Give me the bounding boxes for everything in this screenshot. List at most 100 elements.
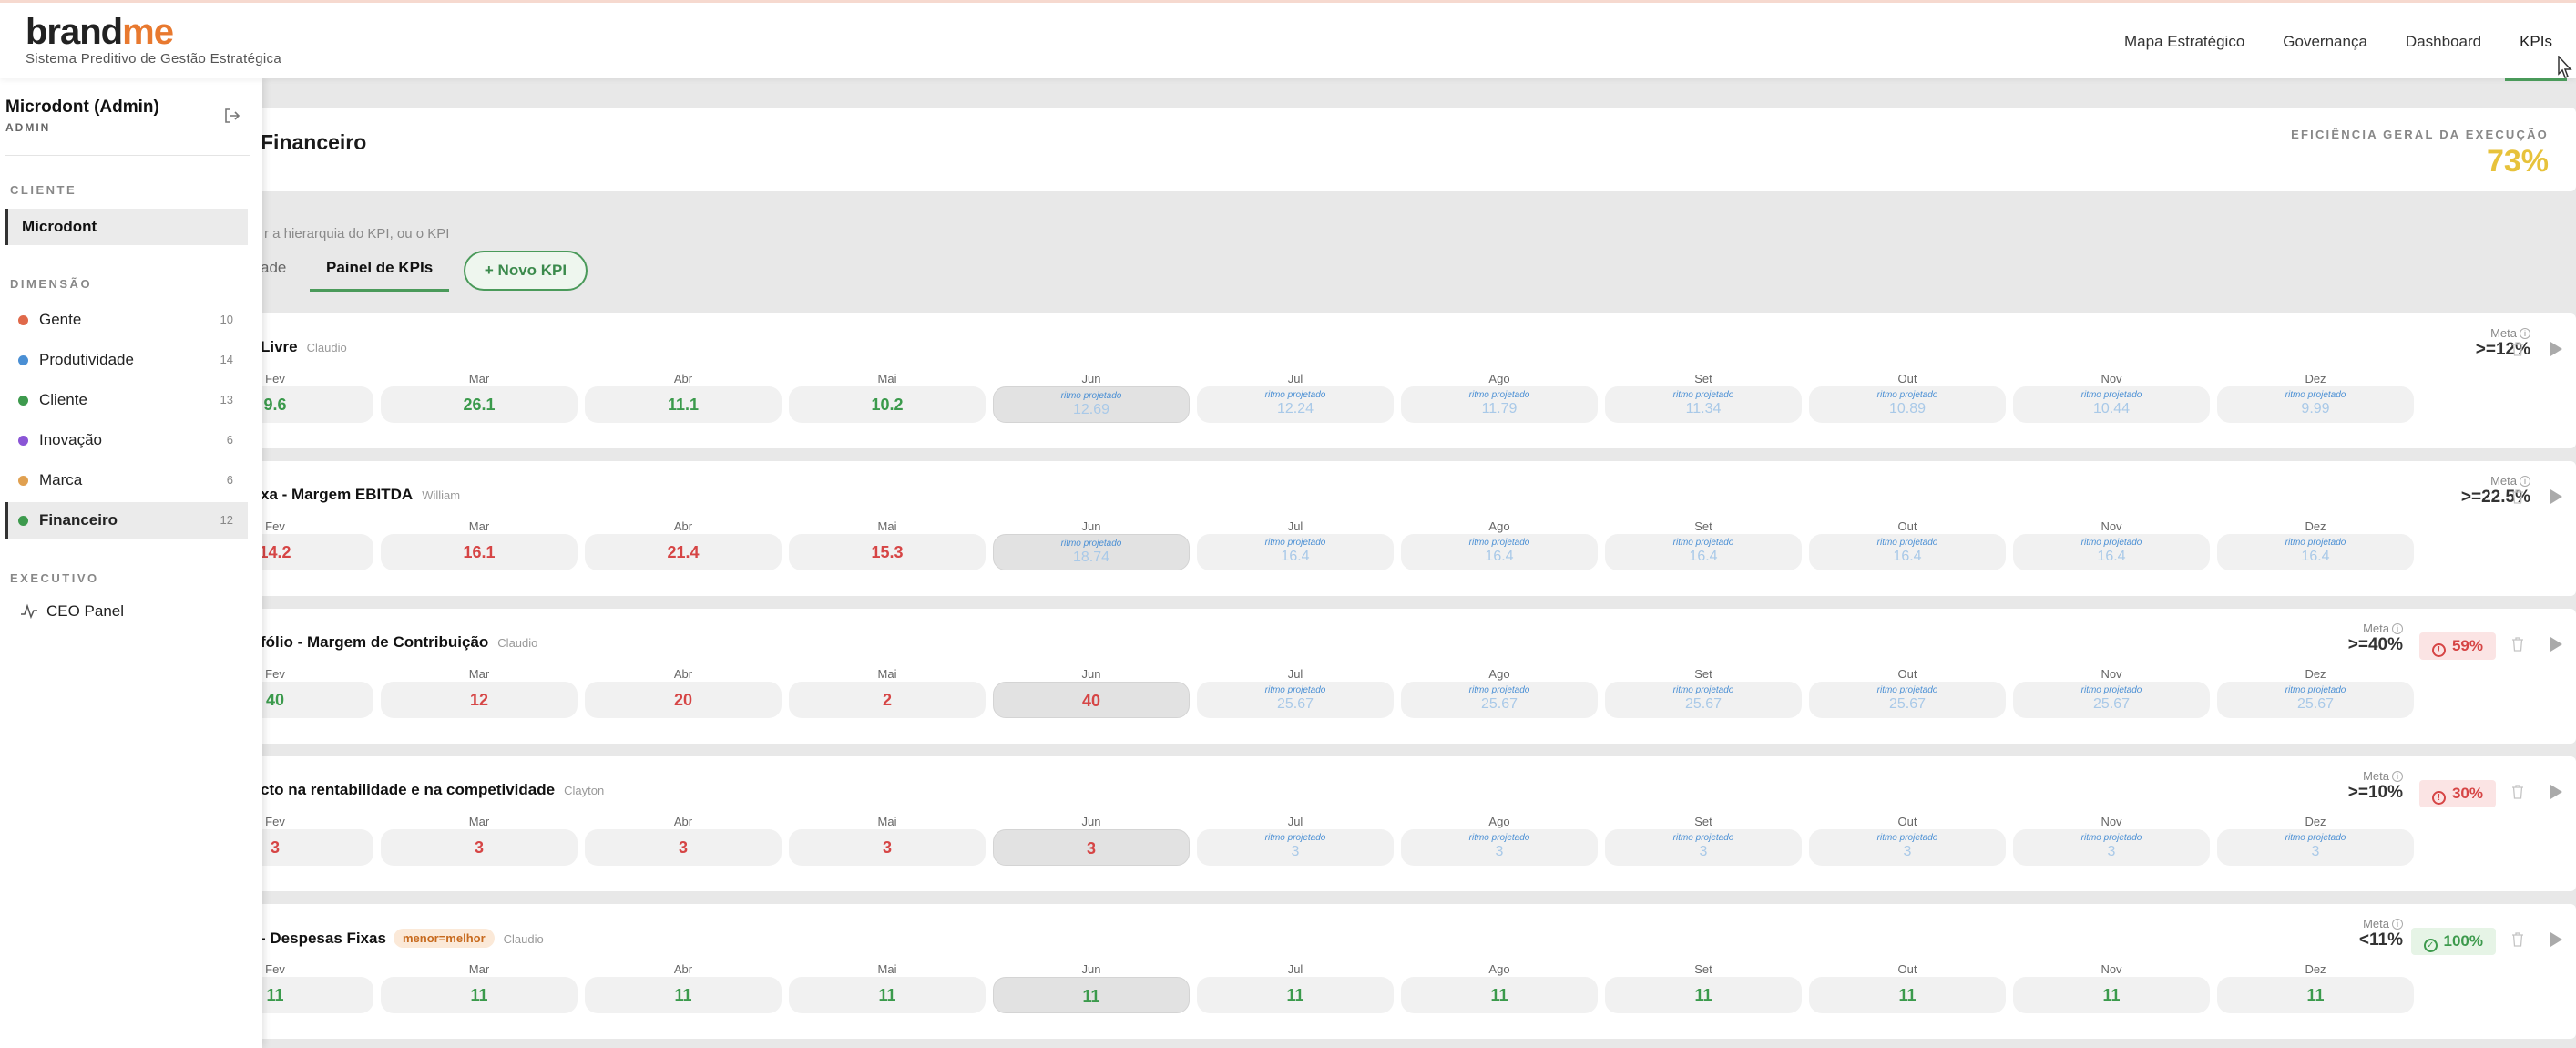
- nav-mapa-estrat-gico[interactable]: Mapa Estratégico: [2124, 3, 2244, 81]
- month-cell[interactable]: ritmo projetado 16.4: [1605, 534, 1802, 570]
- sidebar-item-inovacao[interactable]: Inovação 6: [5, 422, 248, 458]
- month-cell[interactable]: 3: [993, 829, 1190, 866]
- month-name: Out: [1897, 519, 1917, 533]
- cell-value: 11.1: [667, 396, 700, 414]
- play-icon[interactable]: [2549, 635, 2563, 653]
- month-cell[interactable]: 3: [381, 829, 578, 866]
- trash-icon[interactable]: [2510, 488, 2525, 505]
- month-cell[interactable]: ritmo projetado 11.79: [1401, 386, 1598, 423]
- month-cell[interactable]: 11: [1197, 977, 1394, 1013]
- month-cell[interactable]: ritmo projetado 9.99: [2217, 386, 2414, 423]
- month-cell[interactable]: ritmo projetado 16.4: [2217, 534, 2414, 570]
- month-cell[interactable]: 11: [789, 977, 986, 1013]
- month-cell[interactable]: 21.4: [585, 534, 782, 570]
- month-cell[interactable]: 11: [585, 977, 782, 1013]
- sidebar-item-financeiro[interactable]: Financeiro 12: [5, 502, 248, 539]
- month-name: Dez: [2305, 962, 2326, 976]
- kpi-card[interactable]: - Despesas Fixas menor=melhor Claudio Meta i…: [146, 904, 2576, 1039]
- trash-icon[interactable]: [2510, 931, 2525, 948]
- projection-value: 16.4: [1689, 549, 1718, 564]
- dimension-count: 14: [220, 353, 233, 366]
- month-cell[interactable]: 11: [2217, 977, 2414, 1013]
- month-cell[interactable]: 10.2: [789, 386, 986, 423]
- sidebar-item-client[interactable]: Microdont: [5, 209, 248, 245]
- month-cell[interactable]: 2: [789, 682, 986, 718]
- month-cell[interactable]: 11.1: [585, 386, 782, 423]
- month-cell[interactable]: ritmo projetado 3: [2013, 829, 2210, 866]
- new-kpi-button[interactable]: + Novo KPI: [464, 251, 588, 291]
- sidebar-item-produtividade[interactable]: Produtividade 14: [5, 342, 248, 378]
- cell-value: 16.1: [463, 543, 496, 561]
- month-cell[interactable]: 11: [1401, 977, 1598, 1013]
- month-column: Nov ritmo projetado 16.4: [2013, 519, 2210, 580]
- month-cell[interactable]: ritmo projetado 10.44: [2013, 386, 2210, 423]
- month-cell[interactable]: ritmo projetado 18.74: [993, 534, 1190, 570]
- month-column: Mar 12: [381, 667, 578, 727]
- info-icon[interactable]: i: [2392, 919, 2403, 930]
- info-icon[interactable]: i: [2520, 328, 2530, 339]
- month-cell[interactable]: ritmo projetado 3: [1197, 829, 1394, 866]
- month-name: Set: [1694, 519, 1712, 533]
- sidebar-item-gente[interactable]: Gente 10: [5, 302, 248, 338]
- sidebar-item-cliente[interactable]: Cliente 13: [5, 382, 248, 418]
- month-cell[interactable]: ritmo projetado 16.4: [2013, 534, 2210, 570]
- month-cell[interactable]: 11: [1605, 977, 1802, 1013]
- month-cell[interactable]: 16.1: [381, 534, 578, 570]
- kpi-card[interactable]: xa - Margem EBITDA William Meta i >=22.5% Fev…: [146, 461, 2576, 596]
- dimension-dot-icon: [18, 436, 28, 446]
- month-name: Jun: [1081, 519, 1101, 533]
- month-cell[interactable]: ritmo projetado 25.67: [1401, 682, 1598, 718]
- month-cell[interactable]: 20: [585, 682, 782, 718]
- month-cell[interactable]: 11: [993, 977, 1190, 1013]
- play-icon[interactable]: [2549, 340, 2563, 358]
- month-cell[interactable]: ritmo projetado 3: [1809, 829, 2006, 866]
- month-cell[interactable]: ritmo projetado 25.67: [2013, 682, 2210, 718]
- info-icon[interactable]: i: [2520, 476, 2530, 487]
- kpi-card[interactable]: cto na rentabilidade e na competividade C…: [146, 756, 2576, 891]
- month-cell[interactable]: ritmo projetado 12.24: [1197, 386, 1394, 423]
- logout-icon[interactable]: [222, 106, 242, 126]
- month-cell[interactable]: 12: [381, 682, 578, 718]
- kpi-card[interactable]: fólio - Margem de Contribuição Claudio Met…: [146, 609, 2576, 744]
- month-cell[interactable]: 11: [1809, 977, 2006, 1013]
- month-cell[interactable]: ritmo projetado 10.89: [1809, 386, 2006, 423]
- tab-partial[interactable]: ade: [261, 253, 286, 292]
- info-icon[interactable]: i: [2392, 623, 2403, 634]
- month-cell[interactable]: 40: [993, 682, 1190, 718]
- month-cell[interactable]: ritmo projetado 16.4: [1401, 534, 1598, 570]
- sidebar-item-ceo-panel[interactable]: CEO Panel: [5, 593, 248, 630]
- meta-label: Meta i: [2461, 474, 2530, 488]
- play-icon[interactable]: [2549, 783, 2563, 801]
- month-cell[interactable]: 15.3: [789, 534, 986, 570]
- sidebar-item-marca[interactable]: Marca 6: [5, 462, 248, 498]
- month-cell[interactable]: ritmo projetado 11.34: [1605, 386, 1802, 423]
- month-cell[interactable]: ritmo projetado 12.69: [993, 386, 1190, 423]
- month-cell[interactable]: 11: [381, 977, 578, 1013]
- trash-icon[interactable]: [2510, 636, 2525, 652]
- month-cell[interactable]: ritmo projetado 3: [1605, 829, 1802, 866]
- month-cell[interactable]: ritmo projetado 25.67: [2217, 682, 2414, 718]
- month-cell[interactable]: ritmo projetado 3: [1401, 829, 1598, 866]
- play-icon[interactable]: [2549, 488, 2563, 506]
- tab-kpi-panel[interactable]: Painel de KPIs: [310, 253, 450, 292]
- month-cell[interactable]: 3: [789, 829, 986, 866]
- trash-icon[interactable]: [2510, 341, 2525, 357]
- month-cell[interactable]: ritmo projetado 16.4: [1809, 534, 2006, 570]
- month-cell[interactable]: 26.1: [381, 386, 578, 423]
- month-cell[interactable]: 11: [2013, 977, 2210, 1013]
- nav-dashboard[interactable]: Dashboard: [2406, 3, 2481, 81]
- month-cell[interactable]: ritmo projetado 25.67: [1605, 682, 1802, 718]
- dimension-count: 6: [226, 473, 233, 487]
- month-cell[interactable]: ritmo projetado 25.67: [1809, 682, 2006, 718]
- month-cell[interactable]: ritmo projetado 25.67: [1197, 682, 1394, 718]
- nav-kpis[interactable]: KPIs: [2505, 3, 2567, 81]
- kpi-card[interactable]: Livre Claudio Meta i >=12% Fev 9.6 Mar 26.1 Abr 11…: [146, 313, 2576, 448]
- month-cell[interactable]: ritmo projetado 16.4: [1197, 534, 1394, 570]
- play-icon[interactable]: [2549, 930, 2563, 949]
- month-cell[interactable]: ritmo projetado 3: [2217, 829, 2414, 866]
- month-cell[interactable]: 3: [585, 829, 782, 866]
- info-icon[interactable]: i: [2392, 771, 2403, 782]
- nav-governan-a[interactable]: Governança: [2283, 3, 2367, 81]
- trash-icon[interactable]: [2510, 784, 2525, 800]
- brand-logo[interactable]: brandme: [26, 12, 174, 52]
